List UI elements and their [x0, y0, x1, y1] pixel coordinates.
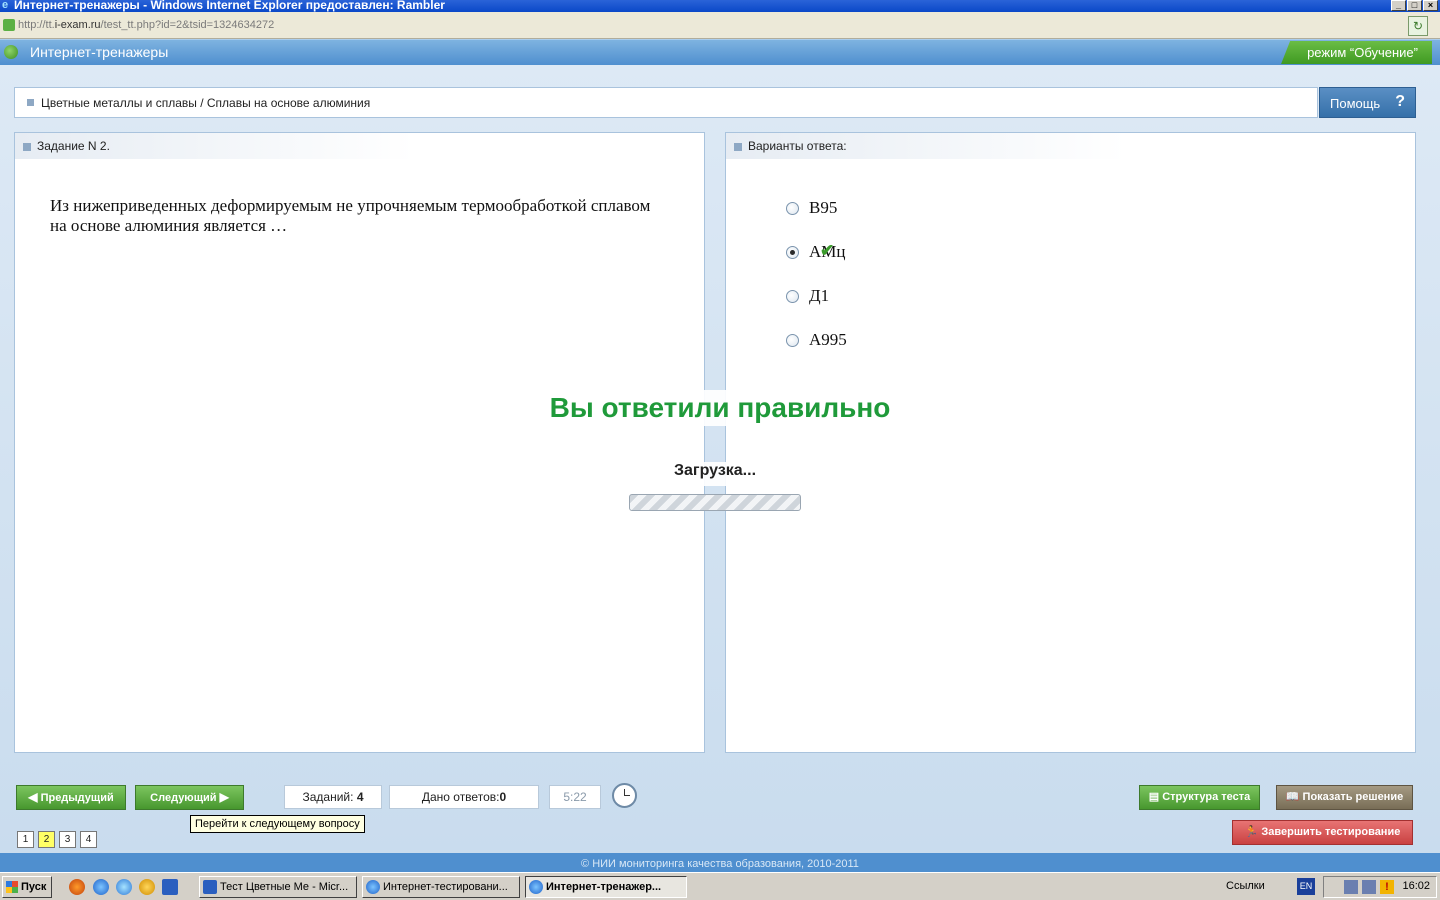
tray-clock: 16:02: [1402, 880, 1430, 892]
tasks-counter: Заданий: 4: [284, 785, 382, 809]
arrow-left-icon: ◀: [28, 790, 38, 804]
task-panel-header: Задание N 2.: [15, 133, 415, 159]
app-title: Интернет-тренажеры: [30, 44, 169, 60]
help-label: Помощь: [1330, 96, 1381, 111]
word-icon[interactable]: [162, 879, 178, 895]
network-icon[interactable]: [1344, 880, 1358, 894]
book-icon: 📖: [1285, 791, 1300, 803]
clock-icon: [612, 783, 637, 808]
system-tray: ! 16:02: [1323, 876, 1437, 898]
answers-title: Варианты ответа:: [748, 139, 847, 153]
browser-title-bar: e Интернет-тренажеры - Windows Internet …: [0, 0, 1440, 12]
finish-test-button[interactable]: 🏃 Завершить тестирование: [1232, 820, 1413, 845]
address-bar[interactable]: http://tt.i-exam.ru/test_tt.php?id=2&tsi…: [0, 12, 1440, 39]
answer-option[interactable]: Д1: [786, 285, 829, 307]
question-number-1[interactable]: 1: [17, 831, 34, 848]
answer-option[interactable]: В95: [786, 197, 837, 219]
footer-copyright: © НИИ мониторинга качества образования, …: [0, 853, 1440, 872]
radio-button[interactable]: [786, 333, 799, 347]
previous-label: Предыдущий: [40, 792, 114, 804]
language-indicator[interactable]: EN: [1297, 878, 1315, 895]
refresh-icon[interactable]: ↻: [1408, 16, 1428, 36]
ie-icon[interactable]: [116, 879, 132, 895]
breadcrumb-text: Цветные металлы и сплавы / Сплавы на осн…: [41, 96, 371, 110]
timer: 5:22: [549, 785, 601, 809]
window-controls: _ □ ×: [1391, 0, 1438, 11]
logo-icon: [4, 45, 18, 59]
help-icon: ?: [1395, 93, 1405, 110]
task-panel: Задание N 2. Из нижеприведенных деформир…: [14, 132, 705, 753]
windows-taskbar: Пуск Тест Цветные Ме - Micr... Интернет-…: [0, 872, 1440, 900]
answers-panel: Варианты ответа: В95 ✔ АМц Д1 А995: [725, 132, 1416, 753]
question-text: Из нижеприведенных деформируемым не упро…: [50, 196, 651, 235]
start-button[interactable]: Пуск: [2, 876, 52, 898]
ie-icon: [529, 880, 543, 894]
finish-label: Завершить тестирование: [1261, 826, 1401, 838]
bullet-icon: [27, 99, 34, 106]
radio-button-selected[interactable]: [786, 245, 799, 259]
maximize-button[interactable]: □: [1407, 0, 1422, 11]
taskbar-item-ie-trainer[interactable]: Интернет-тренажер...: [525, 876, 687, 898]
warning-icon[interactable]: !: [1380, 880, 1394, 894]
next-tooltip: Перейти к следующему вопросу: [190, 815, 365, 833]
answer-label: А995: [809, 330, 847, 349]
ie-icon[interactable]: [93, 879, 109, 895]
mode-badge: режим “Обучение”: [1281, 41, 1432, 64]
loading-progress-bar: [629, 494, 801, 511]
answer-label: В95: [809, 198, 838, 217]
ie-icon: e: [2, 0, 9, 11]
check-icon: ✔: [820, 241, 835, 260]
answers-counter: Дано ответов:0: [389, 785, 539, 809]
question-number-3[interactable]: 3: [59, 831, 76, 848]
test-structure-button[interactable]: ▤ Структура теста: [1139, 785, 1260, 810]
show-solution-button[interactable]: 📖 Показать решение: [1276, 785, 1413, 810]
document-icon: ▤: [1148, 791, 1160, 803]
loading-text: Загрузка...: [620, 462, 810, 486]
radio-button[interactable]: [786, 201, 799, 215]
running-man-icon: 🏃: [1244, 826, 1259, 838]
page-icon: [3, 19, 15, 31]
question-number-4[interactable]: 4: [80, 831, 97, 848]
help-button[interactable]: Помощь ?: [1319, 87, 1416, 118]
ie-icon: [366, 880, 380, 894]
close-button[interactable]: ×: [1423, 0, 1438, 11]
previous-button[interactable]: ◀ Предыдущий: [16, 785, 126, 810]
answer-option[interactable]: А995: [786, 329, 847, 351]
task-title: Задание N 2.: [37, 139, 110, 153]
result-message: Вы ответили правильно: [440, 390, 1000, 426]
taskbar-item-ie-testing[interactable]: Интернет-тестировани...: [362, 876, 520, 898]
solution-label: Показать решение: [1302, 791, 1404, 803]
firefox-icon[interactable]: [69, 879, 85, 895]
word-icon: [203, 880, 217, 894]
media-player-icon[interactable]: [139, 879, 155, 895]
taskbar-item-word[interactable]: Тест Цветные Ме - Micr...: [199, 876, 357, 898]
answer-label: Д1: [809, 286, 830, 305]
bullet-icon: [734, 143, 742, 151]
links-toolbar[interactable]: Ссылки: [1226, 880, 1265, 892]
answer-option[interactable]: ✔ АМц: [786, 241, 846, 263]
structure-label: Структура теста: [1162, 791, 1251, 803]
bullet-icon: [23, 143, 31, 151]
url-text[interactable]: http://tt.i-exam.ru/test_tt.php?id=2&tsi…: [18, 19, 274, 31]
minimize-button[interactable]: _: [1391, 0, 1406, 11]
radio-button[interactable]: [786, 289, 799, 303]
question-number-2[interactable]: 2: [38, 831, 55, 848]
app-header: Интернет-тренажеры режим “Обучение”: [0, 39, 1440, 65]
window-title: Интернет-тренажеры - Windows Internet Ex…: [14, 0, 445, 12]
breadcrumb: Цветные металлы и сплавы / Сплавы на осн…: [14, 87, 1318, 118]
arrow-right-icon: ▶: [219, 790, 229, 804]
network-icon[interactable]: [1362, 880, 1376, 894]
next-button[interactable]: Следующий ▶: [135, 785, 244, 810]
next-label: Следующий: [150, 792, 217, 804]
answers-panel-header: Варианты ответа:: [726, 133, 1126, 159]
